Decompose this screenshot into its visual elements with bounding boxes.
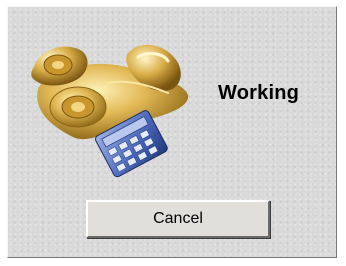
- status-label: Working: [218, 82, 300, 104]
- cancel-button[interactable]: Cancel: [86, 200, 270, 238]
- working-dialog: Working Cancel: [7, 6, 337, 258]
- telephone-icon: [31, 44, 189, 140]
- working-artwork: [31, 44, 189, 178]
